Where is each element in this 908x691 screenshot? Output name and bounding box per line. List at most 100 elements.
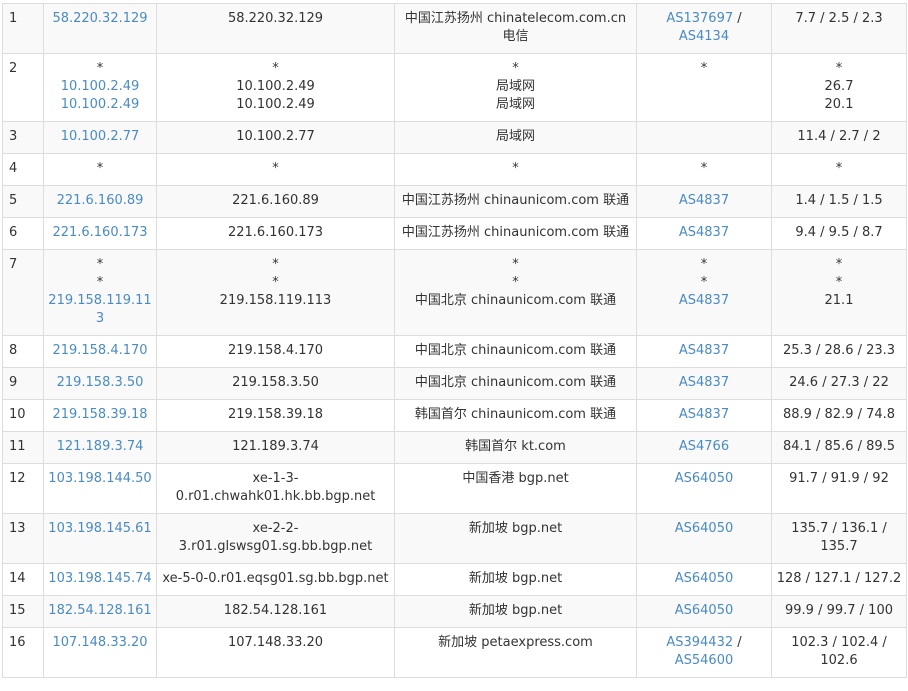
asn-line: AS4837	[641, 342, 767, 360]
location: 新加坡 bgp.net	[468, 521, 563, 536]
location: 中国北京 chinaunicom.com 联通	[414, 375, 617, 390]
hop-number-cell: 15	[2, 595, 44, 628]
asn-link[interactable]: AS4837	[679, 293, 729, 308]
table-row: 5 221.6.160.89 221.6.160.89 中国江苏扬州 chinauni…	[2, 185, 907, 218]
asn-link[interactable]: AS64050	[675, 471, 734, 486]
latency: 128 / 127.1 / 127.2	[776, 571, 902, 586]
ip-link[interactable]: 10.100.2.49	[48, 78, 152, 96]
location-cell: 中国北京 chinaunicom.com 联通	[394, 335, 637, 368]
hostname-cell: 107.148.33.20	[156, 627, 395, 678]
asn-line: AS64050	[641, 602, 767, 620]
ip-link[interactable]: 121.189.3.74	[48, 438, 152, 456]
asn-link[interactable]: AS4837	[679, 193, 729, 208]
asn-separator: /	[733, 11, 742, 26]
ip-cell: 219.158.4.170	[43, 335, 157, 368]
hostname-cell: 121.189.3.74	[156, 431, 395, 464]
asn-timeout: *	[700, 257, 708, 272]
location-cell: 中国香港 bgp.net	[394, 463, 637, 514]
hop-number-cell: 11	[2, 431, 44, 464]
asn-link[interactable]: AS4837	[679, 407, 729, 422]
asn-line: AS4766	[641, 438, 767, 456]
ip-link[interactable]: 221.6.160.89	[48, 192, 152, 210]
location: 新加坡 bgp.net	[468, 571, 563, 586]
table-row: 8 219.158.4.170 219.158.4.170 中国北京 chinauni…	[2, 335, 907, 368]
hostname-cell: 182.54.128.161	[156, 595, 395, 628]
hostname-cell: 219.158.39.18	[156, 399, 395, 432]
ip-link[interactable]: 221.6.160.173	[48, 224, 152, 242]
hop-number-cell: 8	[2, 335, 44, 368]
location: 局域网	[495, 97, 535, 112]
location: 韩国首尔 chinaunicom.com 联通	[414, 407, 617, 422]
table-row: 7 * * 219.158.119.113 * * 219.158.119.113 * * 中国北…	[2, 249, 907, 336]
asn-link[interactable]: AS4134	[679, 29, 729, 44]
latency-cell: 128 / 127.1 / 127.2	[771, 563, 907, 596]
latency: 1.4 / 1.5 / 1.5	[795, 193, 883, 208]
table-row: 9 219.158.3.50 219.158.3.50 中国北京 chinaunico…	[2, 367, 907, 400]
location-cell: 局域网	[394, 121, 637, 154]
ip-link[interactable]: 182.54.128.161	[48, 602, 152, 620]
latency: *	[835, 275, 843, 290]
ip-link[interactable]: 103.198.145.61	[48, 520, 152, 538]
table-row: 6 221.6.160.173 221.6.160.173 中国江苏扬州 chinau…	[2, 217, 907, 250]
hostname-cell: 221.6.160.89	[156, 185, 395, 218]
ip-link[interactable]: 219.158.119.113	[48, 292, 152, 328]
ip-link[interactable]: 10.100.2.49	[48, 96, 152, 114]
asn-link[interactable]: AS54600	[675, 653, 734, 668]
ip-cell: 103.198.145.74	[43, 563, 157, 596]
hostname: *	[272, 275, 279, 290]
ip-link[interactable]: 58.220.32.129	[48, 10, 152, 28]
latency: 11.4 / 2.7 / 2	[797, 129, 881, 144]
hop-number: 1	[9, 11, 18, 26]
latency-cell: 9.4 / 9.5 / 8.7	[771, 217, 907, 250]
latency-cell: * * 21.1	[771, 249, 907, 336]
ip-link[interactable]: 219.158.4.170	[48, 342, 152, 360]
ip-link[interactable]: 103.198.145.74	[48, 570, 152, 588]
latency: *	[835, 257, 843, 272]
hop-number: 15	[9, 603, 26, 618]
location-cell: 中国江苏扬州 chinaunicom.com 联通	[394, 185, 637, 218]
location: 新加坡 bgp.net	[468, 603, 563, 618]
asn-cell: * * AS4837	[636, 249, 772, 336]
ip-link[interactable]: 219.158.3.50	[48, 374, 152, 392]
asn-link[interactable]: AS137697	[666, 11, 733, 26]
asn-link[interactable]: AS64050	[675, 521, 734, 536]
asn-link[interactable]: AS4837	[679, 343, 729, 358]
asn-timeout: *	[700, 61, 708, 76]
asn-link[interactable]: AS4766	[679, 439, 729, 454]
table-row: 2 * 10.100.2.49 10.100.2.49 * 10.100.2.49 10.1…	[2, 53, 907, 122]
asn-link[interactable]: AS394432	[666, 635, 733, 650]
hostname: 10.100.2.77	[236, 129, 315, 144]
latency: 25.3 / 28.6 / 23.3	[782, 343, 896, 358]
asn-link[interactable]: AS4837	[679, 375, 729, 390]
hop-number: 16	[9, 635, 26, 650]
ip-cell: 10.100.2.77	[43, 121, 157, 154]
asn-cell: AS394432 / AS54600	[636, 627, 772, 678]
ip-cell: 103.198.144.50	[43, 463, 157, 514]
hostname-cell: * * 219.158.119.113	[156, 249, 395, 336]
latency: 88.9 / 82.9 / 74.8	[782, 407, 896, 422]
hop-number-cell: 7	[2, 249, 44, 336]
location-cell: 韩国首尔 kt.com	[394, 431, 637, 464]
ip-cell: 219.158.3.50	[43, 367, 157, 400]
asn-cell: AS64050	[636, 463, 772, 514]
ip-link[interactable]: 10.100.2.77	[48, 128, 152, 146]
latency: *	[835, 61, 843, 76]
asn-cell: AS137697 / AS4134	[636, 3, 772, 54]
asn-cell: *	[636, 53, 772, 122]
asn-line: AS64050	[641, 570, 767, 588]
asn-cell: AS4837	[636, 217, 772, 250]
table-row: 3 10.100.2.77 10.100.2.77 局域网 11.4 / 2.7 / 2	[2, 121, 907, 154]
asn-link[interactable]: AS64050	[675, 571, 734, 586]
hostname-cell: 221.6.160.173	[156, 217, 395, 250]
asn-link[interactable]: AS64050	[675, 603, 734, 618]
ip-link[interactable]: 107.148.33.20	[48, 634, 152, 652]
asn-link[interactable]: AS4837	[679, 225, 729, 240]
latency-cell: 11.4 / 2.7 / 2	[771, 121, 907, 154]
latency-cell: 88.9 / 82.9 / 74.8	[771, 399, 907, 432]
table-row: 1 58.220.32.129 58.220.32.129 中国江苏扬州 chinat…	[2, 3, 907, 54]
location: 中国北京 chinaunicom.com 联通	[414, 343, 617, 358]
hop-number: 6	[9, 225, 18, 240]
ip-link[interactable]: 219.158.39.18	[48, 406, 152, 424]
location-cell: *	[394, 153, 637, 186]
ip-link[interactable]: 103.198.144.50	[48, 470, 152, 488]
